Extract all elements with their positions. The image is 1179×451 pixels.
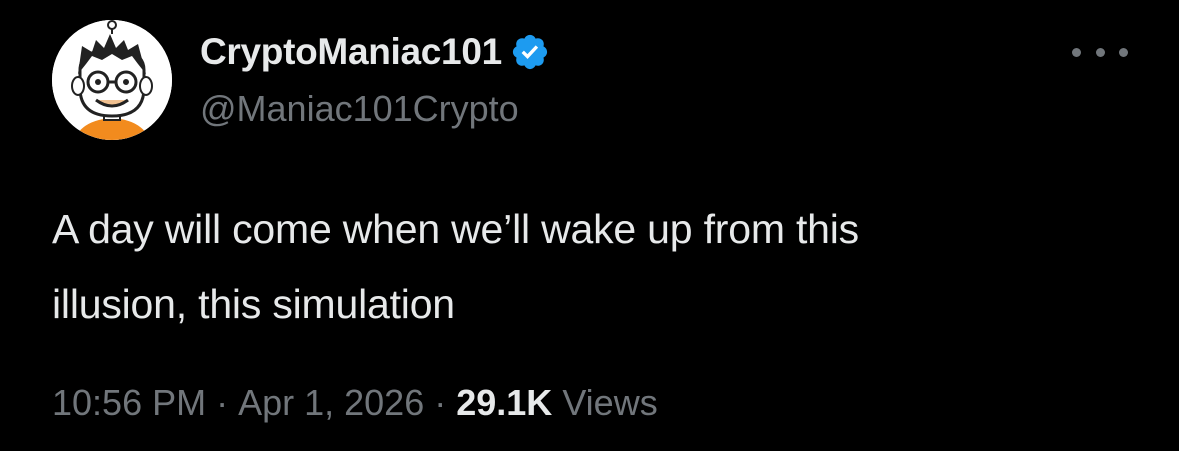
views-count[interactable]: 29.1K <box>456 382 552 424</box>
views-label[interactable]: Views <box>562 382 657 424</box>
tweet-text: A day will come when we’ll wake up from … <box>52 192 1152 342</box>
more-options-button[interactable] <box>1072 36 1128 68</box>
meta-separator: · <box>434 382 447 423</box>
tweet-date[interactable]: Apr 1, 2026 <box>238 382 424 424</box>
display-name[interactable]: CryptoManiac101 <box>200 31 502 73</box>
tweet-card: CryptoManiac101 @Maniac101Crypto A day w… <box>0 0 1179 451</box>
tweet-time[interactable]: 10:56 PM <box>52 382 206 424</box>
display-name-row: CryptoManiac101 <box>200 28 550 76</box>
meta-separator: · <box>216 382 229 423</box>
more-horizontal-icon <box>1119 47 1128 57</box>
verified-badge-icon[interactable] <box>510 32 550 72</box>
cartoon-face-avatar-icon <box>52 20 172 140</box>
author-header: CryptoManiac101 @Maniac101Crypto <box>200 28 550 130</box>
tweet-meta: 10:56 PM · Apr 1, 2026 · 29.1K Views <box>52 382 658 424</box>
tweet-text-line: A day will come when we’ll wake up from … <box>52 206 859 252</box>
author-handle[interactable]: @Maniac101Crypto <box>200 88 550 130</box>
more-horizontal-icon <box>1072 47 1081 57</box>
more-horizontal-icon <box>1095 47 1105 57</box>
avatar[interactable] <box>52 20 172 140</box>
tweet-text-line: illusion, this simulation <box>52 281 455 327</box>
